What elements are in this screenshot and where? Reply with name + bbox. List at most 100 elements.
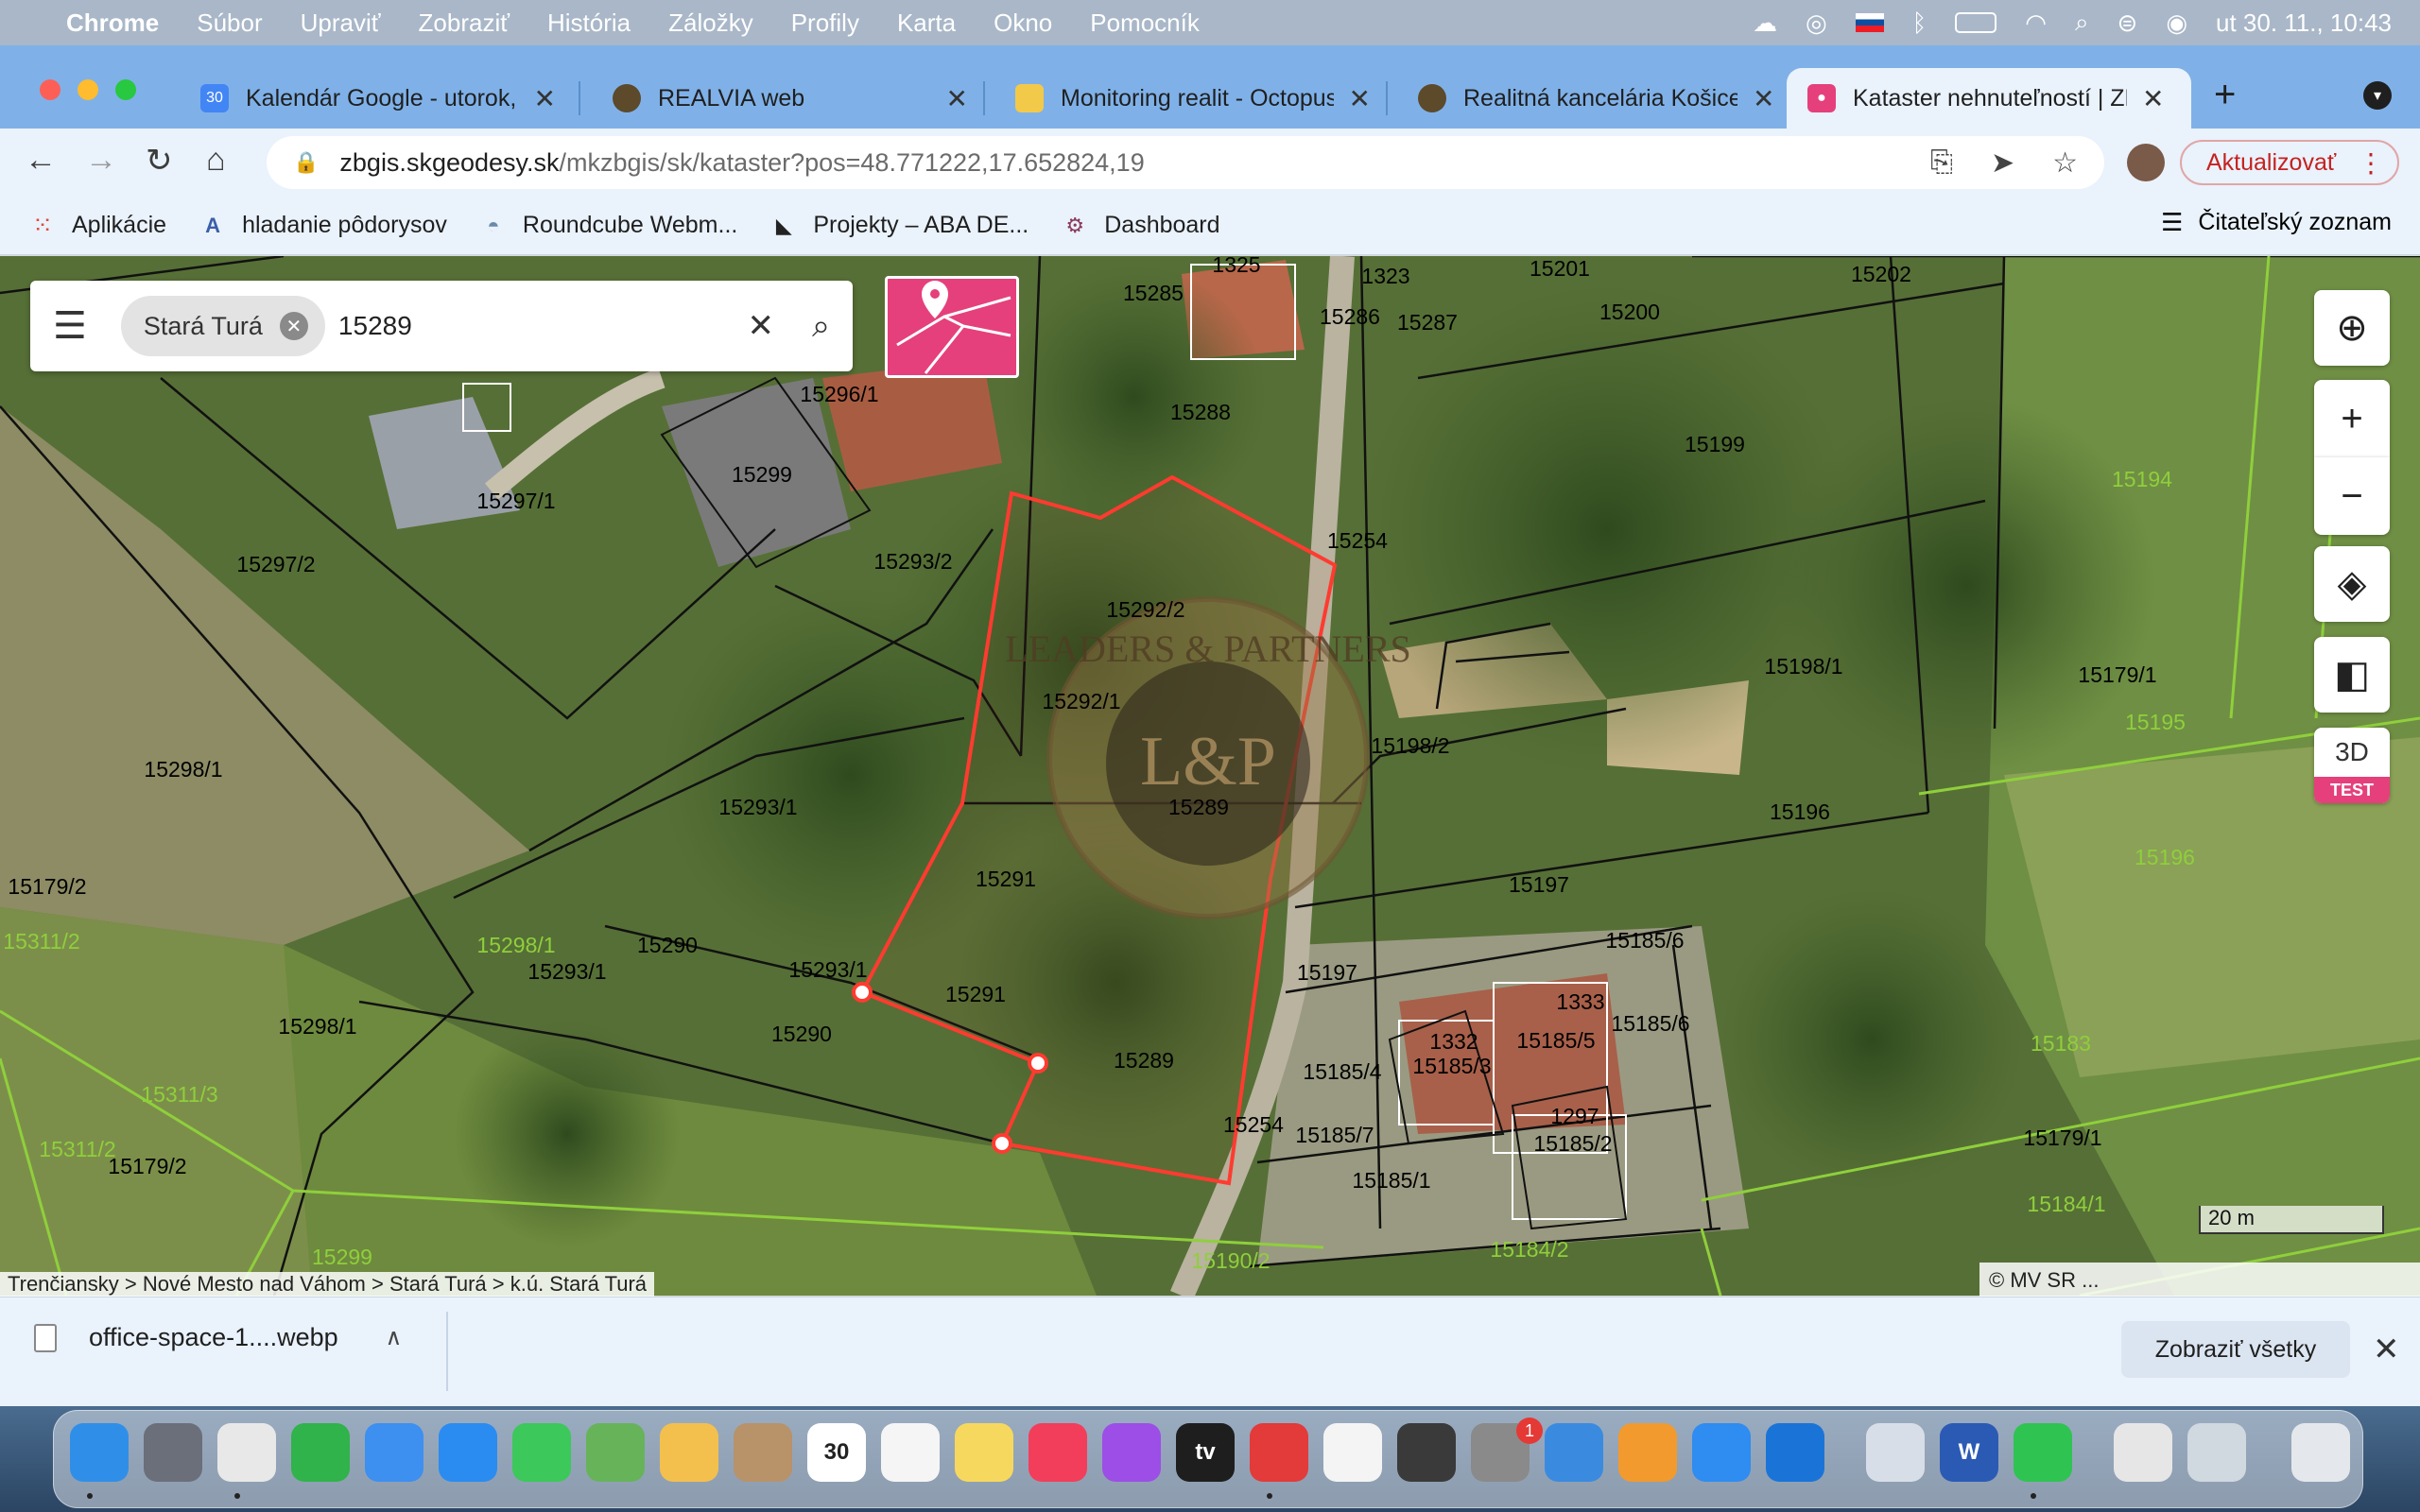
parcel-label-green-15184-1[interactable]: 15184/1 [2027, 1192, 2105, 1216]
cloud-icon[interactable]: ☁ [1753, 9, 1777, 38]
parcel-label-15293-1[interactable]: 15293/1 [788, 957, 867, 982]
zoom-out-button[interactable]: − [2314, 457, 2390, 535]
parcel-label-15198-2[interactable]: 15198/2 [1371, 733, 1449, 758]
mail-icon[interactable] [365, 1423, 424, 1482]
menu-help[interactable]: Pomocník [1090, 9, 1200, 38]
spotlight-icon[interactable]: ⌕ [2075, 8, 2089, 38]
word-icon[interactable]: W [1940, 1423, 1998, 1482]
tab-monitoring-realit[interactable]: Monitoring realit - Octopus ✕ [994, 68, 1392, 129]
menu-edit[interactable]: Upraviť [301, 9, 381, 38]
tab-close-icon[interactable]: ✕ [2142, 83, 2164, 114]
3d-button[interactable]: 3D TEST [2314, 728, 2390, 803]
airdrop-icon[interactable]: ◎ [1806, 9, 1827, 38]
parcel-label-15292-2[interactable]: 15292/2 [1106, 597, 1184, 622]
parcel-label-15290[interactable]: 15290 [771, 1022, 832, 1046]
tab-close-icon[interactable]: ✕ [946, 83, 968, 114]
archive-icon[interactable] [2114, 1423, 2172, 1482]
parcel-label-15179-1[interactable]: 15179/1 [2023, 1125, 2101, 1150]
close-download-bar-icon[interactable]: ✕ [2373, 1331, 2400, 1368]
airmail-icon[interactable] [1250, 1423, 1308, 1482]
parcel-label-15197[interactable]: 15197 [1509, 872, 1569, 897]
slovak-flag-icon[interactable] [1855, 13, 1884, 32]
reminders-icon[interactable] [881, 1423, 940, 1482]
parcel-label-15254[interactable]: 15254 [1223, 1112, 1284, 1137]
siri-icon[interactable]: ◉ [2166, 9, 2187, 38]
tab-google-calendar[interactable]: 30 Kalendár Google - utorok, ✕ [180, 68, 577, 129]
tab-close-icon[interactable]: ✕ [1349, 83, 1371, 114]
bluetooth-icon[interactable]: ᛒ [1912, 9, 1927, 38]
tab-realvia-web[interactable]: REALVIA web ✕ [592, 68, 989, 129]
menu-profiles[interactable]: Profily [791, 9, 859, 38]
address-bar[interactable]: 🔒 zbgis.skgeodesy.sk/mkzbgis/sk/kataster… [267, 136, 2104, 189]
parcel-label-green-15183[interactable]: 15183 [2031, 1031, 2091, 1056]
hamburger-menu-icon[interactable]: ☰ [53, 304, 87, 348]
parcel-label-15185-6[interactable]: 15185/6 [1605, 928, 1684, 953]
parcel-pin-button[interactable] [885, 276, 1019, 378]
tab-kataster[interactable]: ● Kataster nehnuteľností | ZB ✕ [1787, 68, 2191, 129]
window-zoom-button[interactable] [115, 79, 136, 100]
map-copyright[interactable]: © MV SR ... [1979, 1263, 2420, 1297]
compare-button[interactable]: ◧ [2314, 637, 2390, 713]
parcel-label-15297-2[interactable]: 15297/2 [236, 552, 315, 576]
parcel-label-15179-2[interactable]: 15179/2 [108, 1154, 186, 1178]
bookmark-dashboard[interactable]: ⚙ Dashboard [1061, 212, 1219, 240]
preview-icon[interactable] [1866, 1423, 1925, 1482]
parcel-label-15179-1[interactable]: 15179/1 [2078, 662, 2156, 687]
parcel-label-green-15184-2[interactable]: 15184/2 [1490, 1237, 1568, 1262]
window-minimize-button[interactable] [78, 79, 98, 100]
parcel-label-15292-1[interactable]: 15292/1 [1042, 689, 1120, 713]
parcel-label-15290[interactable]: 15290 [637, 933, 698, 957]
parcel-label-green-15311-2[interactable]: 15311/2 [3, 929, 79, 954]
update-button[interactable]: Aktualizovať ⋮ [2180, 140, 2399, 185]
clear-search-icon[interactable]: ✕ [747, 307, 774, 345]
forward-button[interactable]: → [85, 142, 117, 179]
back-button[interactable]: ← [25, 142, 57, 179]
new-tab-button[interactable]: + [2214, 74, 2236, 116]
cadastre-map[interactable]: LEADERS & PARTNERS L&P 15285 1325 1323 1528… [0, 256, 2420, 1296]
parcel-label-15288[interactable]: 15288 [1170, 400, 1231, 424]
parcel-label-15289[interactable]: 15289 [1168, 795, 1229, 819]
reading-list-button[interactable]: ☰ Čitateľský zoznam [2161, 208, 2392, 237]
parcel-label-15185-1[interactable]: 15185/1 [1352, 1168, 1430, 1193]
parcel-label-15201[interactable]: 15201 [1530, 256, 1590, 281]
parcel-label-green-15299[interactable]: 15299 [312, 1245, 372, 1269]
parcel-label-15299[interactable]: 15299 [732, 462, 792, 487]
parcel-label-15298-1[interactable]: 15298/1 [278, 1014, 356, 1039]
install-app-icon[interactable]: ⎘ [1930, 146, 1953, 180]
contacts-icon[interactable] [734, 1423, 792, 1482]
parcel-label-15197[interactable]: 15197 [1297, 960, 1357, 985]
parcel-label-15291[interactable]: 15291 [945, 982, 1006, 1006]
parcel-label-15254[interactable]: 15254 [1327, 528, 1388, 553]
app-store-icon[interactable] [1692, 1423, 1751, 1482]
parcel-label-1325[interactable]: 1325 [1212, 256, 1260, 277]
parcel-label-15185-5[interactable]: 15185/5 [1516, 1028, 1595, 1053]
chevron-up-icon[interactable]: ∧ [386, 1324, 403, 1351]
bookmark-apps[interactable]: ⁙ Aplikácie [28, 211, 166, 240]
locate-me-button[interactable]: ⊕ [2314, 290, 2390, 366]
bookmark-hladanie-podorysov[interactable]: A hladanie pôdorysov [199, 212, 447, 240]
appletv-icon[interactable]: tv [1176, 1423, 1235, 1482]
tab-realitna-kancelaria[interactable]: Realitná kancelária Košice ✕ [1397, 68, 1796, 129]
menu-history[interactable]: História [547, 9, 631, 38]
parcel-label-1297[interactable]: 1297 [1550, 1104, 1599, 1128]
search-icon[interactable]: ⌕ [812, 308, 830, 345]
control-center-icon[interactable]: ⊜ [2118, 9, 2138, 38]
photos-icon[interactable] [660, 1423, 718, 1482]
show-all-downloads-button[interactable]: Zobraziť všetky [2121, 1321, 2350, 1378]
parcel-label-15293-1[interactable]: 15293/1 [718, 795, 797, 819]
window-close-button[interactable] [40, 79, 60, 100]
parcel-label-green-15194[interactable]: 15194 [2112, 467, 2172, 491]
keynote-icon[interactable] [1545, 1423, 1603, 1482]
parcel-label-15297-1[interactable]: 15297/1 [476, 489, 555, 513]
parcel-search-input[interactable] [337, 311, 679, 341]
battery-icon[interactable] [1955, 12, 1997, 33]
music-icon[interactable] [1028, 1423, 1087, 1482]
send-icon[interactable]: ➤ [1991, 146, 2014, 180]
parcel-label-green-15195[interactable]: 15195 [2125, 710, 2186, 734]
parcel-label-green-15298-1[interactable]: 15298/1 [476, 933, 555, 957]
parcel-label-15289[interactable]: 15289 [1114, 1048, 1174, 1073]
parcel-label-15287[interactable]: 15287 [1397, 310, 1458, 335]
bookmark-star-icon[interactable]: ☆ [2052, 146, 2078, 180]
parcel-label-green-15311-3[interactable]: 15311/3 [141, 1082, 217, 1107]
podcasts-icon[interactable] [1102, 1423, 1161, 1482]
